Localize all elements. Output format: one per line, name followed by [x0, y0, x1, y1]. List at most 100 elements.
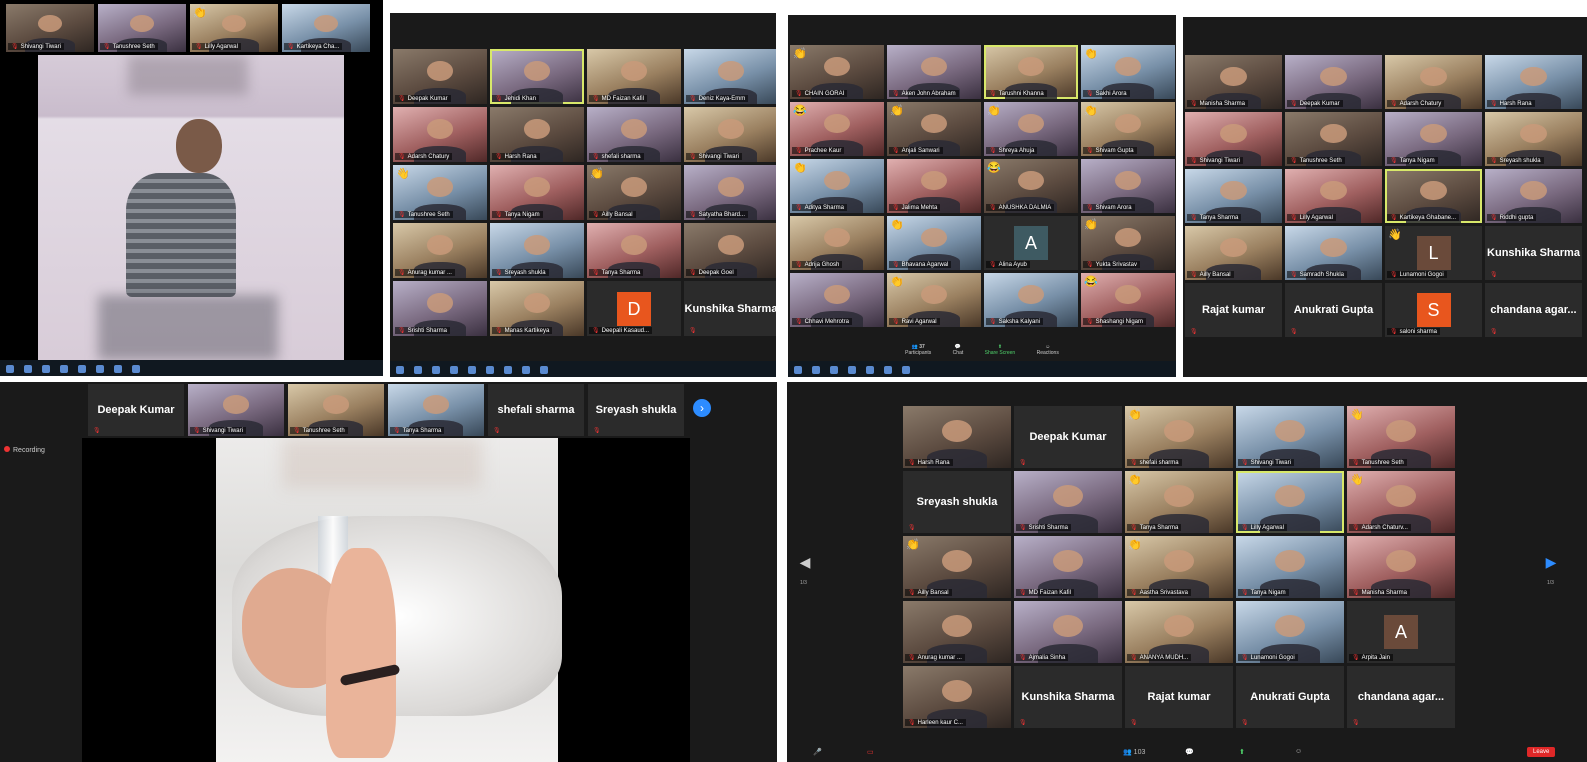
participant-tile-aditya-sharma[interactable]: 🎙 Aditya Sharma 👏: [790, 159, 884, 213]
participant-tile-adarsh-chatury[interactable]: 🎙 Adarsh Chatury: [393, 107, 487, 162]
participant-tile-anurag-kumar[interactable]: 🎙 Anurag kumar ...: [903, 601, 1011, 663]
participant-tile-chain-gorai[interactable]: 🎙 CHAIN GORAI 👏: [790, 45, 884, 99]
participant-tile-deepak-kumar[interactable]: Deepak Kumar 🎙: [1014, 406, 1122, 468]
participant-tile-sreyash-shukla[interactable]: Sreyash shukla 🎙: [903, 471, 1011, 533]
participant-tile-ravi-agarwal[interactable]: 🎙 Ravi Agarwal 👏: [887, 273, 981, 327]
participant-tile-anushka-dalmia[interactable]: 🎙 ANUSHKA DALMIA 😂: [984, 159, 1078, 213]
participants-button[interactable]: 👥 37 Participants: [905, 344, 931, 356]
participant-tile-deepali-kasaud[interactable]: D 🎙 Deepali Kasaud...: [587, 281, 681, 336]
participant-tile-harsh-rana[interactable]: 🎙 Harsh Rana: [903, 406, 1011, 468]
participant-tile-shashangi-nigam[interactable]: 🎙 Shashangi Nigam 😂: [1081, 273, 1175, 327]
participant-tile-anurag-kumar[interactable]: 🎙 Anurag kumar ...: [393, 223, 487, 278]
participant-tile-tanushree-seth[interactable]: 🎙 Tanushree Seth 👋: [1347, 406, 1455, 468]
participant-tile-yukta-srivastav[interactable]: 🎙 Yukta Srivastav 👏: [1081, 216, 1175, 270]
participant-tile-anukrati-gupta[interactable]: Anukrati Gupta 🎙: [1236, 666, 1344, 728]
participant-tile-riddhi-gupta[interactable]: 🎙 Riddhi gupta: [1485, 169, 1582, 223]
participant-tile-adarsh-chatury[interactable]: 🎙 Adarsh Chatury: [1385, 55, 1482, 109]
participant-tile-prachee-kaur[interactable]: 🎙 Prachee Kaur 😂: [790, 102, 884, 156]
participant-tile-deepak-goel[interactable]: 🎙 Deepak Goel: [684, 223, 776, 278]
participant-tile-anjali-sanwari[interactable]: 🎙 Anjali Sanwari 👏: [887, 102, 981, 156]
share-screen-icon[interactable]: ⬆: [1239, 748, 1245, 756]
participant-tile-shreya-ahuja[interactable]: 🎙 Shreya Ahuja 👏: [984, 102, 1078, 156]
participant-tile-satyatha-bhard[interactable]: 🎙 Satyatha Bhard...: [684, 165, 776, 220]
participant-tile-sreyash-shukla[interactable]: 🎙 Sreyash shukla: [1485, 112, 1582, 166]
participant-tile-shivangi-tiwari[interactable]: 🎙 Shivangi Tiwari: [1185, 112, 1282, 166]
participant-tile-aastha-srivastava[interactable]: 🎙 Aastha Srivastava 👏: [1125, 536, 1233, 598]
mute-icon[interactable]: 🎤: [813, 748, 822, 756]
participant-tile-bhavana-agarwal[interactable]: 🎙 Bhavana Agarwal 👏: [887, 216, 981, 270]
video-off-icon[interactable]: ▭: [867, 748, 874, 756]
participant-tile-shivangi-tiwari[interactable]: 🎙 Shivangi Tiwari: [6, 4, 94, 52]
participant-tile-jehidi-khan[interactable]: 🎙 Jehidi Khan: [490, 49, 584, 104]
participant-tile-lilly-agarwal[interactable]: 🎙 Lilly Agarwal: [1285, 169, 1382, 223]
participant-tile-tanya-sharma[interactable]: 🎙 Tanya Sharma 👏: [1125, 471, 1233, 533]
participant-tile-adarsh-chaturv[interactable]: 🎙 Adarsh Chaturv... 👋: [1347, 471, 1455, 533]
participant-tile-ananya-mudh[interactable]: 🎙 ANANYA MUDH...: [1125, 601, 1233, 663]
participant-tile-md-faizan-kafil[interactable]: 🎙 MD Faizan Kafil: [587, 49, 681, 104]
participant-tile-rajat-kumar[interactable]: Rajat kumar 🎙: [1185, 283, 1282, 337]
participant-tile-ailly-bansal[interactable]: 🎙 Ailly Bansal 👏: [903, 536, 1011, 598]
participant-tile-saksha-kalyani[interactable]: 🎙 Saksha Kalyani: [984, 273, 1078, 327]
participant-tile-tanushree-seth[interactable]: 🎙 Tanushree Seth: [1285, 112, 1382, 166]
participant-tile-tanushree-seth[interactable]: 🎙 Tanushree Seth: [98, 4, 186, 52]
reactions-icon[interactable]: ☺: [1295, 748, 1302, 755]
participant-tile-kunshika-sharma[interactable]: Kunshika Sharma 🎙: [1014, 666, 1122, 728]
reactions-button[interactable]: ☺ Reactions: [1037, 344, 1059, 356]
participant-tile-ajmalia-sinha[interactable]: 🎙 Ajmalia Sinha: [1014, 601, 1122, 663]
participant-tile-ailly-bansal[interactable]: 🎙 Ailly Bansal: [1185, 226, 1282, 280]
participant-tile-alina-ayub[interactable]: A 🎙 Alina Ayub: [984, 216, 1078, 270]
participant-tile-srishti-sharma[interactable]: 🎙 Srishti Sharma: [1014, 471, 1122, 533]
participant-tile-deepak-kumar[interactable]: 🎙 Deepak Kumar: [1285, 55, 1382, 109]
participant-tile-deepak-kumar[interactable]: Deepak Kumar 🎙: [88, 384, 184, 436]
participant-tile-manisha-sharma[interactable]: 🎙 Manisha Sharma: [1347, 536, 1455, 598]
participant-tile-srishti-sharma[interactable]: 🎙 Srishti Sharma: [393, 281, 487, 336]
participant-tile-lilly-agarwal[interactable]: 🎙 Lilly Agarwal 👏: [190, 4, 278, 52]
participant-tile-chandana-agar[interactable]: chandana agar... 🎙: [1485, 283, 1582, 337]
participant-tile-sreyash-shukla[interactable]: Sreyash shukla 🎙: [588, 384, 684, 436]
next-page-button[interactable]: ▶: [1545, 554, 1557, 570]
participant-tile-shefali-sharma[interactable]: 🎙 shefali sharma: [587, 107, 681, 162]
participant-tile-arpita-jain[interactable]: A 🎙 Arpita Jain: [1347, 601, 1455, 663]
participant-tile-shivangi-tiwari[interactable]: 🎙 Shivangi Tiwari: [684, 107, 776, 162]
participant-tile-manisha-sharma[interactable]: 🎙 Manisha Sharma: [1185, 55, 1282, 109]
strip-next-button[interactable]: ›: [693, 399, 711, 417]
participant-tile-saloni-sharma[interactable]: S 🎙 saloni sharma: [1385, 283, 1482, 337]
share-screen-button[interactable]: ⬆ Share Screen: [985, 344, 1016, 356]
participant-tile-shefali-sharma[interactable]: 🎙 shefali sharma 👏: [1125, 406, 1233, 468]
participant-tile-shivam-gupta[interactable]: 🎙 Shivam Gupta 👏: [1081, 102, 1175, 156]
participant-tile-ailly-bansal[interactable]: 🎙 Ailly Bansal 👏: [587, 165, 681, 220]
participant-tile-samradh-shukla[interactable]: 🎙 Samradh Shukla: [1285, 226, 1382, 280]
participant-tile-kunshika-sharma[interactable]: Kunshika Sharma 🎙: [684, 281, 776, 336]
participant-tile-chhavi-mehrotra[interactable]: 🎙 Chhavi Mehrotra: [790, 273, 884, 327]
participant-tile-rajat-kumar[interactable]: Rajat kumar 🎙: [1125, 666, 1233, 728]
participant-tile-tanya-nigam[interactable]: 🎙 Tanya Nigam: [1236, 536, 1344, 598]
participant-tile-sreyash-shukla[interactable]: 🎙 Sreyash shukla: [490, 223, 584, 278]
participant-tile-harsh-rana[interactable]: 🎙 Harsh Rana: [490, 107, 584, 162]
participant-tile-manas-kartikeya[interactable]: 🎙 Manas Kartikeya: [490, 281, 584, 336]
participant-tile-harsh-rana[interactable]: 🎙 Harsh Rana: [1485, 55, 1582, 109]
chat-icon[interactable]: 💬: [1185, 748, 1194, 756]
participant-tile-lilly-agarwal[interactable]: 🎙 Lilly Agarwal: [1236, 471, 1344, 533]
participant-tile-aken-john-abraham[interactable]: 🎙 Aken John Abraham: [887, 45, 981, 99]
participant-tile-tanya-sharma[interactable]: 🎙 Tanya Sharma: [587, 223, 681, 278]
participant-tile-shivangi-tiwari[interactable]: 🎙 Shivangi Tiwari: [1236, 406, 1344, 468]
participant-tile-sakhi-arora[interactable]: 🎙 Sakhi Arora 👏: [1081, 45, 1175, 99]
participant-tile-kunshika-sharma[interactable]: Kunshika Sharma 🎙: [1485, 226, 1582, 280]
participant-tile-anukrati-gupta[interactable]: Anukrati Gupta 🎙: [1285, 283, 1382, 337]
participant-tile-kartikeya-cha[interactable]: 🎙 Kartikeya Cha...: [282, 4, 370, 52]
participant-tile-md-faizan-kafil[interactable]: 🎙 MD Faizan Kafil: [1014, 536, 1122, 598]
prev-page-button[interactable]: ◀: [799, 554, 811, 570]
participant-tile-kartikeya-ghabane[interactable]: 🎙 Kartikeya Ghabane...: [1385, 169, 1482, 223]
participant-tile-adrija-ghosh[interactable]: 🎙 Adrija Ghosh: [790, 216, 884, 270]
participant-tile-tanya-nigam[interactable]: 🎙 Tanya Nigam: [490, 165, 584, 220]
participant-tile-tanya-nigam[interactable]: 🎙 Tanya Nigam: [1385, 112, 1482, 166]
participant-tile-harleen-kaur-c[interactable]: 🎙 Harleen kaur C...: [903, 666, 1011, 728]
participant-tile-jalima-mehta[interactable]: 🎙 Jalima Mehta: [887, 159, 981, 213]
participant-tile-deepak-kumar[interactable]: 🎙 Deepak Kumar: [393, 49, 487, 104]
participant-tile-tanya-sharma[interactable]: 🎙 Tanya Sharma: [1185, 169, 1282, 223]
participant-tile-deniz-kaya-emm[interactable]: 🎙 Deniz Kaya-Emm: [684, 49, 776, 104]
participant-tile-shefali-sharma[interactable]: shefali sharma 🎙: [488, 384, 584, 436]
participant-tile-lunamoni-gogoi[interactable]: L 🎙 Lunamoni Gogoi 👋: [1385, 226, 1482, 280]
participant-tile-tanya-sharma[interactable]: 🎙 Tanya Sharma: [388, 384, 484, 436]
participant-tile-chandana-agar[interactable]: chandana agar... 🎙: [1347, 666, 1455, 728]
